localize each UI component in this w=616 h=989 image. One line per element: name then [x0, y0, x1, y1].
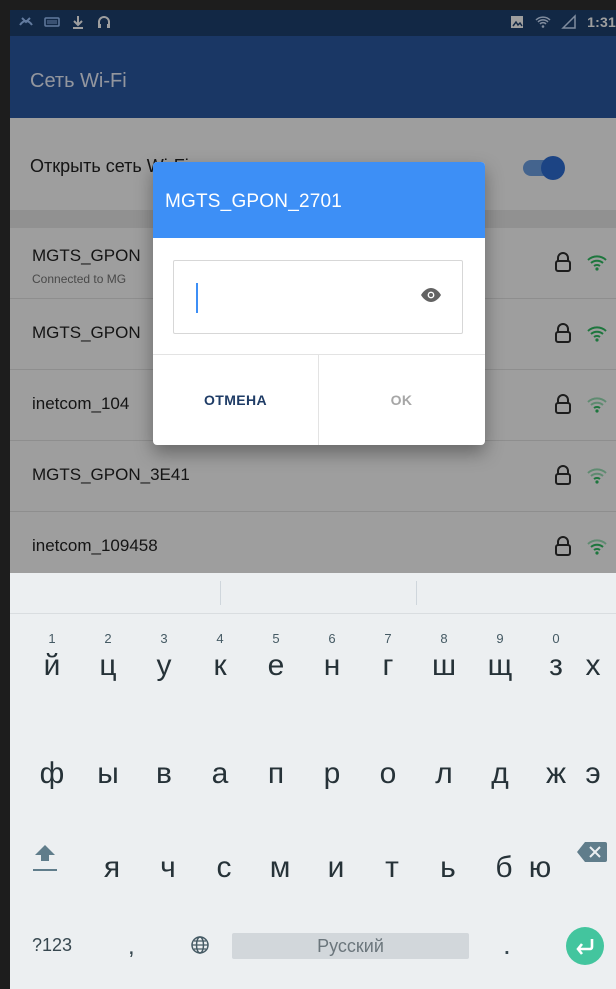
key-hint: 8: [440, 631, 448, 646]
key-char: я: [103, 851, 121, 884]
enter-key[interactable]: [566, 927, 604, 965]
key-char: п: [267, 757, 285, 790]
key[interactable]: э: [570, 731, 616, 801]
key[interactable]: о: [360, 731, 416, 801]
key-char: ж: [545, 757, 567, 790]
on-screen-keyboard: 1й 2ц 3у 4к 5е 6н 7г 8ш 9щ 0з х ф ы в а …: [10, 573, 616, 989]
key-char: г: [382, 649, 394, 682]
key[interactable]: д: [472, 731, 528, 801]
key-hint: 7: [384, 631, 392, 646]
key-char: л: [435, 757, 453, 790]
key-hint: 2: [104, 631, 112, 646]
key-char: о: [379, 757, 397, 790]
key-char: ы: [97, 757, 119, 790]
key[interactable]: п: [248, 731, 304, 801]
eye-icon[interactable]: [420, 287, 442, 303]
key-char: з: [549, 649, 563, 682]
key[interactable]: ы: [80, 731, 136, 801]
period-key[interactable]: .: [503, 929, 511, 961]
space-key[interactable]: Русский: [232, 933, 469, 959]
key-hint: 6: [328, 631, 336, 646]
key[interactable]: 7г: [360, 623, 416, 693]
key[interactable]: 1й: [24, 623, 80, 693]
key[interactable]: 3у: [136, 623, 192, 693]
key[interactable]: 2ц: [80, 623, 136, 693]
key[interactable]: я: [84, 821, 140, 891]
key[interactable]: р: [304, 731, 360, 801]
key[interactable]: х: [570, 623, 616, 693]
key-char: у: [156, 649, 172, 682]
enter-icon: [576, 939, 594, 955]
key-hint: 1: [48, 631, 56, 646]
key[interactable]: ф: [24, 731, 80, 801]
key-hint: 5: [272, 631, 280, 646]
key-char: э: [585, 757, 601, 790]
key-char: и: [327, 851, 345, 884]
key-char: й: [43, 649, 61, 682]
key[interactable]: ч: [140, 821, 196, 891]
key-char: ш: [431, 649, 457, 682]
suggestion-separator: [220, 581, 221, 605]
comma-key[interactable]: ,: [128, 933, 135, 961]
key[interactable]: 6н: [304, 623, 360, 693]
symbols-key[interactable]: ?123: [32, 935, 72, 956]
key-char: а: [211, 757, 229, 790]
suggestion-strip: [10, 573, 616, 614]
key[interactable]: 4к: [192, 623, 248, 693]
text-caret: [196, 283, 198, 313]
suggestion-separator: [416, 581, 417, 605]
key[interactable]: т: [364, 821, 420, 891]
key[interactable]: ь: [420, 821, 476, 891]
key-char: б: [495, 851, 513, 884]
key[interactable]: 5е: [248, 623, 304, 693]
key-char: к: [213, 649, 227, 682]
key-char: ф: [39, 757, 65, 790]
key-hint: 4: [216, 631, 224, 646]
dialog-body: [153, 238, 485, 354]
dialog-title: MGTS_GPON_2701: [165, 191, 343, 212]
device-screen: 1:31 Сеть Wi-Fi Открыть сеть Wi-Fi MGTS_…: [10, 10, 616, 989]
key-hint: 3: [160, 631, 168, 646]
key[interactable]: и: [308, 821, 364, 891]
password-input[interactable]: [173, 260, 463, 334]
key-char: м: [269, 851, 291, 884]
key-char: с: [216, 851, 232, 884]
dialog-header: MGTS_GPON_2701: [153, 162, 485, 238]
backspace-icon[interactable]: [575, 839, 609, 865]
cancel-button[interactable]: ОТМЕНА: [153, 355, 318, 445]
shift-icon[interactable]: [27, 839, 63, 881]
key[interactable]: 8ш: [416, 623, 472, 693]
key-hint: 9: [496, 631, 504, 646]
key-char: е: [267, 649, 285, 682]
key-char: т: [385, 851, 399, 884]
key[interactable]: ю: [512, 821, 568, 891]
key-char: щ: [487, 649, 513, 682]
key-char: н: [323, 649, 341, 682]
key[interactable]: м: [252, 821, 308, 891]
key-char: ц: [99, 649, 117, 682]
key[interactable]: а: [192, 731, 248, 801]
keyboard-bottom-row: ?123 , Русский .: [10, 903, 616, 989]
key-char: ч: [160, 851, 176, 884]
key-char: х: [585, 649, 601, 682]
key[interactable]: л: [416, 731, 472, 801]
key[interactable]: с: [196, 821, 252, 891]
key[interactable]: в: [136, 731, 192, 801]
key-char: д: [491, 757, 509, 790]
key-char: ю: [528, 851, 552, 884]
key-char: ь: [440, 851, 456, 884]
key-char: р: [323, 757, 341, 790]
globe-icon[interactable]: [190, 935, 210, 955]
key[interactable]: 9щ: [472, 623, 528, 693]
ok-button[interactable]: OK: [319, 355, 484, 445]
key-char: в: [156, 757, 172, 790]
wifi-password-dialog: MGTS_GPON_2701 ОТМЕНА OK: [153, 162, 485, 445]
